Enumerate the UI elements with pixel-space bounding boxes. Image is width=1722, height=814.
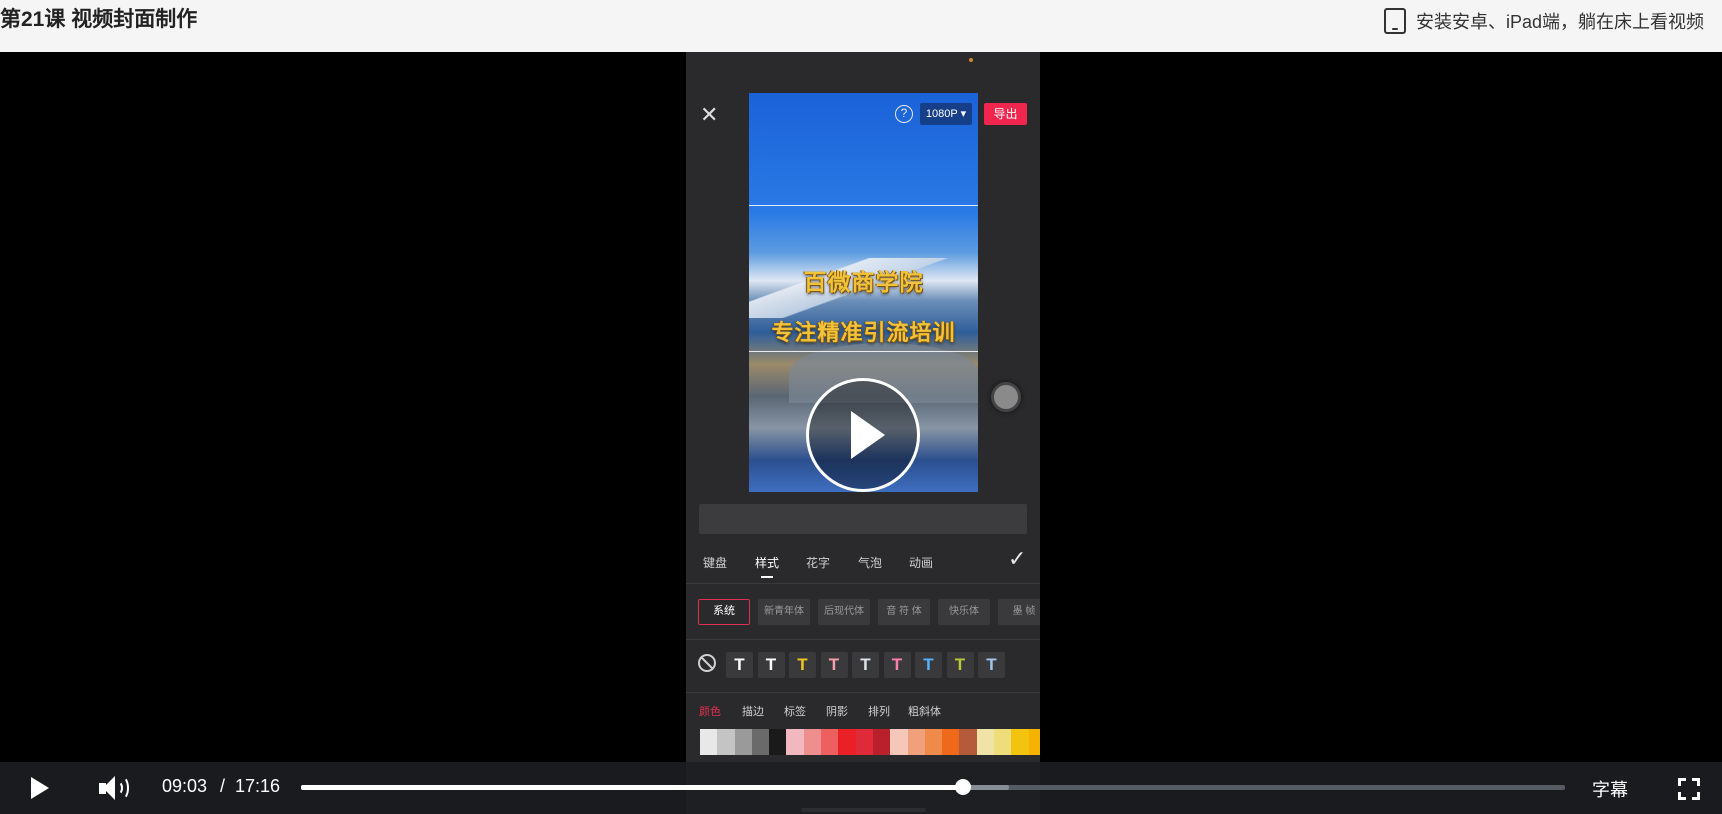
played-range <box>301 785 964 790</box>
color-swatch <box>872 729 891 755</box>
subtab-stroke: 描边 <box>742 706 764 718</box>
text-style-preset: T <box>820 652 848 678</box>
drag-handle <box>991 382 1021 412</box>
color-swatch <box>959 729 977 755</box>
recording-indicator <box>969 58 973 62</box>
tab-fancy-text: 花字 <box>806 556 831 570</box>
text-style-preset: T <box>946 652 974 678</box>
font-chip: 系统 <box>698 599 750 625</box>
install-tip-text: 安装安卓、iPad端，躺在床上看视频 <box>1416 12 1705 32</box>
tablet-icon <box>1384 8 1406 34</box>
divider <box>686 692 1040 693</box>
video-stage[interactable]: ✕ ? 1080P ▾ 百微商学院 专注精准引流培训 导出 键盘 样式 花字 气… <box>0 52 1722 814</box>
font-chip: 后现代体 <box>818 599 870 625</box>
player-controls: 09:03 / 17:16 字幕 <box>0 762 1722 814</box>
subtab-shadow: 阴影 <box>826 706 848 718</box>
color-swatch <box>942 729 960 755</box>
color-swatch <box>1028 729 1040 755</box>
progress-bar[interactable] <box>301 779 1565 795</box>
color-swatch <box>751 729 770 755</box>
font-chip: 墨 帧 <box>998 599 1040 625</box>
no-style-icon <box>698 654 716 672</box>
font-chip: 新青年体 <box>758 599 810 625</box>
tab-bubble: 气泡 <box>858 556 883 570</box>
confirm-check-icon: ✓ <box>1008 546 1027 571</box>
lesson-header: 第21课 视频封面制作 安装安卓、iPad端，躺在床上看视频 <box>0 0 1722 52</box>
text-style-preset: T <box>726 652 753 678</box>
color-swatch <box>924 729 943 755</box>
subtab-bold-italic: 粗斜体 <box>908 706 941 718</box>
big-play-button[interactable] <box>806 378 920 492</box>
color-swatch <box>717 729 735 755</box>
cover-title-line2: 专注精准引流培训 <box>771 320 956 345</box>
tab-keyboard: 键盘 <box>703 556 728 570</box>
color-swatch <box>855 729 873 755</box>
play-icon[interactable] <box>28 777 50 799</box>
color-swatch <box>769 729 787 755</box>
time-separator: / <box>220 776 226 796</box>
cover-text-input <box>699 504 1027 534</box>
subtitle-button[interactable]: 字幕 <box>1592 776 1628 802</box>
close-icon: ✕ <box>700 102 719 127</box>
export-button: 导出 <box>984 103 1027 125</box>
color-palette <box>700 729 1040 755</box>
font-chip: 音 符 体 <box>878 599 930 625</box>
color-swatch <box>786 729 804 755</box>
text-style-preset: T <box>978 652 1005 678</box>
tab-animation: 动画 <box>909 556 934 570</box>
color-swatch <box>734 729 752 755</box>
lesson-title: 第21课 视频封面制作 <box>0 8 198 31</box>
text-style-preset: T <box>915 652 942 678</box>
divider <box>686 639 1040 640</box>
text-style-preset: T <box>852 652 879 678</box>
subtab-label: 标签 <box>784 706 806 718</box>
fullscreen-icon[interactable] <box>1678 778 1700 800</box>
volume-icon[interactable] <box>99 774 133 802</box>
color-swatch <box>838 729 856 755</box>
text-style-preset: T <box>883 652 911 678</box>
color-swatch <box>907 729 925 755</box>
text-style-preset: T <box>789 652 816 678</box>
duration: 17:16 <box>235 776 281 796</box>
resolution-select: 1080P ▾ <box>920 103 972 125</box>
cover-title-line1: 百微商学院 <box>803 269 924 295</box>
current-time: 09:03 <box>162 776 208 796</box>
tab-style: 样式 <box>755 556 780 578</box>
color-swatch <box>1011 729 1029 755</box>
crop-guide-top <box>749 205 978 206</box>
divider <box>686 583 1040 584</box>
font-chip: 快乐体 <box>938 599 990 625</box>
color-swatch <box>976 729 995 755</box>
install-app-link[interactable]: 安装安卓、iPad端，躺在床上看视频 <box>1384 7 1722 35</box>
editor-tabs: 键盘 样式 花字 气泡 动画 <box>686 554 1040 582</box>
color-swatch <box>803 729 822 755</box>
subtab-color: 颜色 <box>699 706 721 718</box>
help-icon: ? <box>895 105 913 123</box>
color-swatch <box>994 729 1012 755</box>
scrubber-handle[interactable] <box>955 779 972 795</box>
subtab-arrange: 排列 <box>868 706 890 718</box>
color-swatch <box>821 729 839 755</box>
text-style-preset: T <box>757 652 785 678</box>
color-swatch <box>700 729 718 755</box>
crop-guide-bottom <box>749 351 978 352</box>
color-swatch <box>890 729 908 755</box>
